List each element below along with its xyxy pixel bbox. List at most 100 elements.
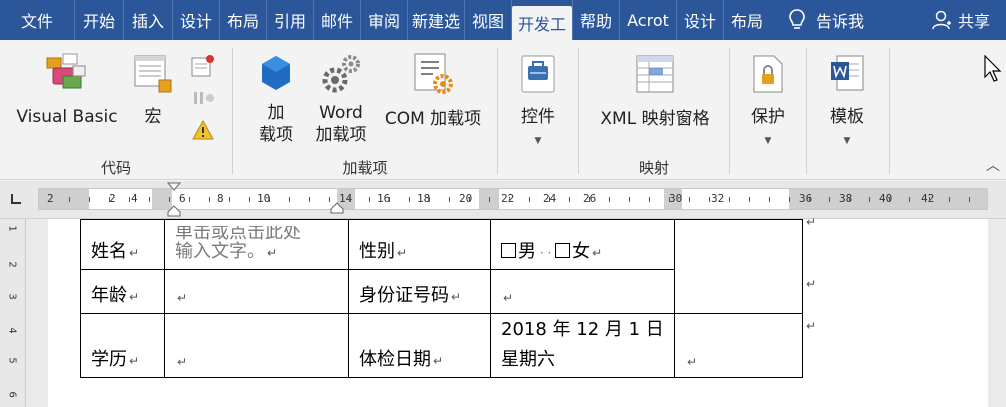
- tab-8[interactable]: 新建选: [408, 0, 464, 40]
- record-macro-icon: [191, 55, 214, 77]
- share-button[interactable]: 共享: [932, 8, 990, 32]
- ruler-tick: [509, 197, 510, 202]
- pause-recording-button[interactable]: [192, 88, 216, 112]
- protect-button[interactable]: 保护 ▼: [738, 52, 798, 152]
- paragraph-mark: ↵: [503, 291, 514, 305]
- table-cell[interactable]: [674, 219, 803, 314]
- ruler-tick: [369, 197, 370, 202]
- tab-5[interactable]: 引用: [267, 0, 313, 40]
- tab-4[interactable]: 布局: [220, 0, 266, 40]
- table-cell[interactable]: ↵: [490, 269, 675, 314]
- vertical-ruler-number: 3: [6, 293, 18, 300]
- checkbox-male[interactable]: [501, 243, 516, 258]
- tab-9[interactable]: 视图: [465, 0, 511, 40]
- tab-6[interactable]: 邮件: [314, 0, 360, 40]
- table-cell[interactable]: 2018 年 12 月 1 日 星期六: [490, 313, 675, 378]
- templates-label: 模板: [830, 107, 864, 127]
- addins-icon: [262, 56, 290, 90]
- ruler-tick: [329, 197, 330, 202]
- table-cell[interactable]: 性别 ↵: [348, 219, 491, 270]
- ruler-tick: [289, 197, 290, 202]
- ruler-number: 6: [179, 192, 186, 205]
- tab-7[interactable]: 审阅: [361, 0, 407, 40]
- table-cell[interactable]: 年龄 ↵: [80, 269, 165, 314]
- ruler-tick: [769, 197, 770, 202]
- tab-0[interactable]: 文件: [0, 0, 74, 40]
- pause-icon: [194, 92, 214, 104]
- age-label: 年龄: [91, 285, 127, 306]
- collapse-ribbon-icon[interactable]: ︿: [986, 155, 1000, 175]
- lightbulb-icon: [789, 9, 805, 29]
- weekday-value: 星期六: [501, 349, 555, 370]
- education-label: 学历: [91, 349, 127, 370]
- gear-icon: [322, 55, 360, 93]
- com-addins-button[interactable]: COM 加载项: [377, 52, 489, 130]
- tab-list: 文件 开始 插入 设计 布局 引用 邮件 审阅 新建选 视图 开发工 帮助 Acrot 设计 布局: [0, 0, 770, 40]
- table-cell[interactable]: 体检日期 ↵: [348, 313, 491, 378]
- tab-13[interactable]: 设计: [677, 0, 723, 40]
- ruler-number: 22: [501, 192, 515, 205]
- date-picker-value[interactable]: 2018 年 12 月 1 日: [501, 315, 664, 345]
- document-page: 姓名 ↵ 单击或点击此处 输入文字。 ↵ 性别 ↵ 男 · · 女 ↵ 年龄 ↵ ↵: [48, 215, 988, 407]
- table-cell[interactable]: 姓名 ↵: [80, 219, 165, 270]
- female-label: 女: [572, 241, 591, 262]
- ruler-tick: [129, 197, 130, 202]
- paragraph-mark: ↵: [177, 291, 188, 305]
- ruler-tick: [189, 197, 190, 202]
- tab-1[interactable]: 开始: [75, 0, 123, 40]
- vertical-ruler[interactable]: 1 2 3 4 5 6: [0, 219, 26, 407]
- macros-icon: [134, 55, 172, 93]
- toolbox-icon: [521, 55, 555, 93]
- controls-button[interactable]: 控件 ▼: [508, 52, 568, 152]
- tab-2[interactable]: 插入: [124, 0, 172, 40]
- visual-basic-button[interactable]: Visual Basic: [12, 50, 122, 128]
- templates-button[interactable]: 模板 ▼: [817, 52, 877, 152]
- tab-3[interactable]: 设计: [173, 0, 219, 40]
- table-cell[interactable]: ↵: [674, 313, 803, 378]
- tab-selector[interactable]: [10, 193, 24, 207]
- form-table[interactable]: 姓名 ↵ 单击或点击此处 输入文字。 ↵ 性别 ↵ 男 · · 女 ↵ 年龄 ↵ ↵: [80, 219, 803, 378]
- ruler-number: 8: [217, 192, 224, 205]
- paragraph-mark: ↵: [397, 246, 408, 260]
- tab-14[interactable]: 布局: [724, 0, 770, 40]
- ruler-tick: [169, 197, 170, 202]
- ruler-tick: [669, 197, 670, 202]
- table-cell[interactable]: 单击或点击此处 输入文字。 ↵: [164, 219, 349, 270]
- macros-button[interactable]: 宏: [128, 50, 178, 128]
- addins-button[interactable]: 加 载项: [251, 52, 301, 146]
- male-label: 男: [518, 241, 536, 262]
- group-mapping-label: 映射: [638, 159, 669, 177]
- table-cell[interactable]: 男 · · 女 ↵: [490, 219, 675, 270]
- record-macro-button[interactable]: [190, 54, 216, 82]
- tab-11[interactable]: 帮助: [573, 0, 619, 40]
- left-tab-stop-icon: [11, 194, 21, 204]
- checkbox-female[interactable]: [555, 243, 571, 258]
- ruler-tick: [489, 197, 490, 202]
- ruler-tick: [249, 197, 250, 202]
- tab-12[interactable]: Acrot: [620, 0, 676, 40]
- table-cell[interactable]: 身份证号码 ↵: [348, 269, 491, 314]
- ruler-tick: [109, 197, 110, 202]
- ribbon-tab-bar: 文件 开始 插入 设计 布局 引用 邮件 审阅 新建选 视图 开发工 帮助 Acrot 设计 布局 告诉我 …: [0, 0, 1006, 40]
- tell-me-box[interactable]: 告诉我: [788, 8, 864, 32]
- tab-10[interactable]: 开发工: [512, 6, 572, 40]
- id-number-label: 身份证号码: [359, 285, 449, 306]
- paragraph-mark: ↵: [129, 354, 140, 368]
- xml-mapping-icon: [636, 55, 674, 93]
- ruler-tick: [909, 197, 910, 202]
- lock-document-icon: [753, 55, 783, 93]
- xml-mapping-pane-button[interactable]: XML 映射窗格: [587, 52, 723, 130]
- ruler-number: 38: [839, 192, 853, 205]
- table-cell[interactable]: 学历 ↵: [80, 313, 165, 378]
- horizontal-ruler[interactable]: 224681014161820222426303236384042: [38, 182, 988, 217]
- ruler-tick: [469, 197, 470, 202]
- table-cell[interactable]: ↵: [164, 313, 349, 378]
- row-end-mark: ↵: [806, 319, 817, 333]
- content-control-placeholder-line2[interactable]: 输入文字。: [175, 241, 265, 262]
- addins-label-line1: 加: [267, 103, 285, 123]
- chevron-down-icon: ▼: [843, 136, 851, 146]
- macro-security-button[interactable]: [192, 119, 214, 144]
- table-cell[interactable]: ↵: [164, 269, 349, 314]
- content-control-placeholder-line1[interactable]: 单击或点击此处: [175, 226, 301, 240]
- word-addins-button[interactable]: Word 加载项: [309, 52, 373, 146]
